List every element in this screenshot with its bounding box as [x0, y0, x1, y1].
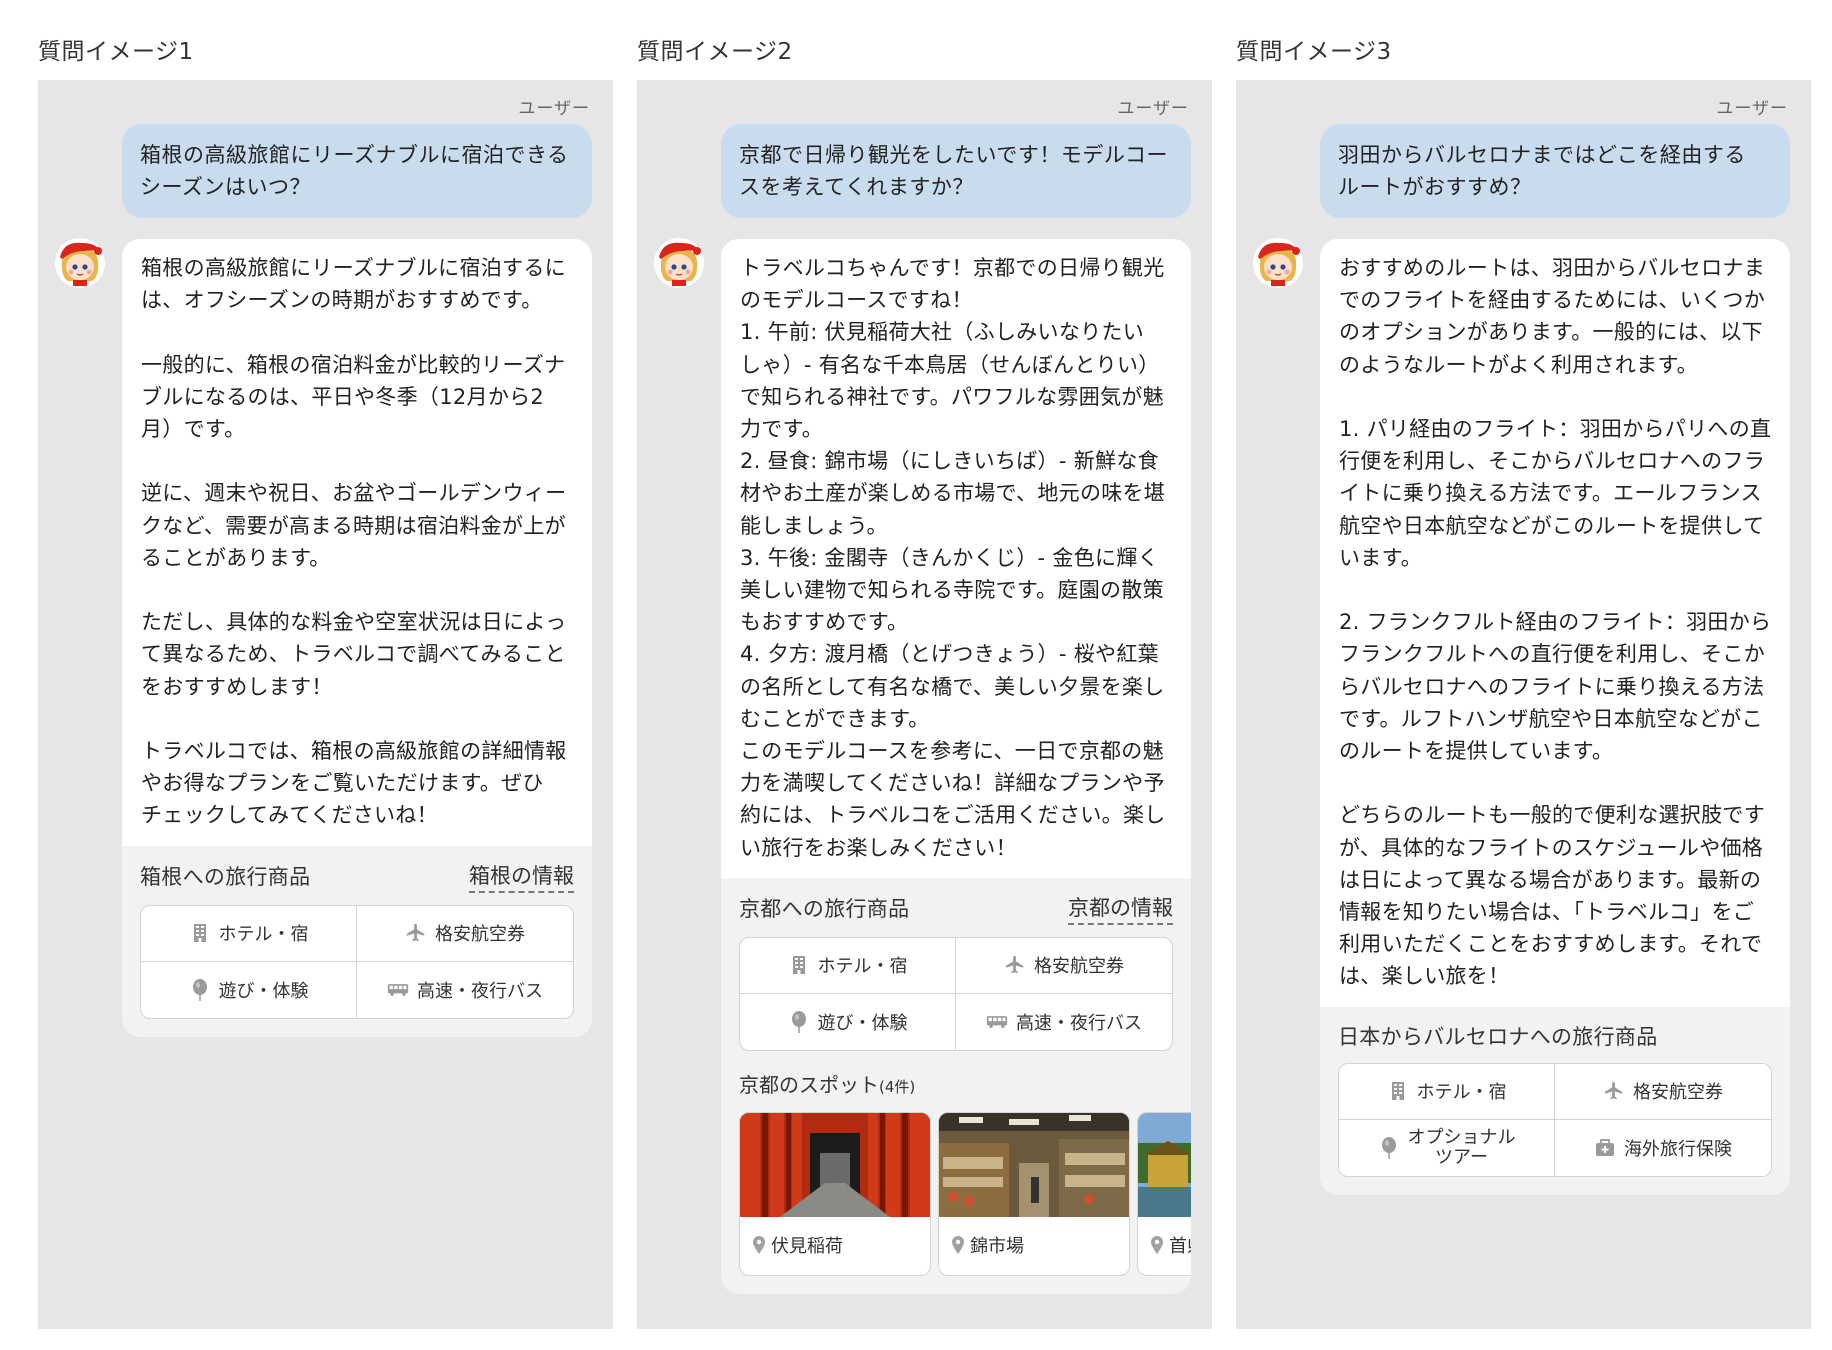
product-label: ホテル・宿 — [1416, 1082, 1507, 1104]
bot-message-text: 箱根の高級旅館にリーズナブルに宿泊するに は、オフシーズンの時期がおすすめです。… — [122, 239, 592, 846]
product-grid: ホテル・宿 格安航空券 遊び・体験 高速・夜行バス — [140, 904, 574, 1019]
product-grid: ホテル・宿 格安航空券 オプショナル ツアー 海外旅行保険 — [1338, 1062, 1772, 1177]
spot-card[interactable]: 伏見稲荷 — [739, 1111, 931, 1276]
bus-icon — [986, 1011, 1008, 1033]
spots-title: 京都のスポット(4件) — [739, 1072, 916, 1097]
spot-name: 錦市場 — [970, 1235, 1024, 1257]
balloon-icon — [1378, 1136, 1400, 1159]
building-icon — [1387, 1080, 1409, 1102]
product-label: 遊び・体験 — [218, 980, 309, 1002]
location-pin-icon — [951, 1234, 965, 1256]
product-grid: ホテル・宿 格安航空券 遊び・体験 高速・夜行バス — [739, 936, 1173, 1051]
products-title: 日本からバルセロナへの旅行商品 — [1338, 1024, 1658, 1049]
product-label: 格安航空券 — [435, 924, 525, 946]
airplane-icon — [1603, 1080, 1625, 1102]
location-pin-icon — [1150, 1234, 1164, 1256]
balloon-icon — [189, 978, 211, 1001]
chat-panel: ユーザー 羽田からバルセロナまではどこを経由する ルートがおすすめ？ おすすめの… — [1236, 80, 1811, 1329]
products-title: 箱根への旅行商品 — [140, 865, 311, 890]
user-label: ユーザー — [1117, 99, 1189, 119]
product-first-aid-kit-button[interactable]: 海外旅行保険 — [1555, 1120, 1771, 1176]
product-bus-button[interactable]: 高速・夜行バス — [956, 994, 1172, 1050]
column-title: 質問イメージ2 — [637, 39, 793, 65]
bot-message-text: トラベルコちゃんです！京都での日帰り観光 のモデルコースですね！ 1. 午前: … — [721, 239, 1191, 878]
bot-message-card: 箱根の高級旅館にリーズナブルに宿泊するに は、オフシーズンの時期がおすすめです。… — [122, 239, 592, 1037]
user-message-bubble: 京都で日帰り観光をしたいです！モデルコー スを考えてくれますか？ — [721, 124, 1191, 218]
balloon-icon — [788, 1010, 810, 1033]
product-label: 高速・夜行バス — [417, 980, 543, 1002]
user-message-bubble: 箱根の高級旅館にリーズナブルに宿泊できる シーズンはいつ？ — [122, 124, 592, 218]
product-balloon-button[interactable]: 遊び・体験 — [740, 993, 956, 1050]
product-airplane-button[interactable]: 格安航空券 — [1555, 1064, 1771, 1120]
product-building-button[interactable]: ホテル・宿 — [141, 905, 357, 962]
spot-name: 首県 — [1169, 1235, 1191, 1257]
product-bus-button[interactable]: 高速・夜行バス — [357, 962, 573, 1018]
product-label: ホテル・宿 — [817, 956, 908, 978]
airplane-icon — [1004, 954, 1026, 976]
bot-avatar-icon — [653, 237, 705, 289]
product-building-button[interactable]: ホテル・宿 — [1339, 1063, 1555, 1120]
bot-avatar-icon — [54, 237, 106, 289]
bus-icon — [387, 979, 409, 1001]
building-icon — [189, 922, 211, 944]
travel-products-section: 日本からバルセロナへの旅行商品 ホテル・宿 格安航空券 オプショナル ツアー 海… — [1320, 1007, 1790, 1195]
spot-card[interactable]: 錦市場 — [938, 1111, 1130, 1276]
spot-name: 伏見稲荷 — [771, 1235, 843, 1257]
product-building-button[interactable]: ホテル・宿 — [740, 937, 956, 994]
golden-temple-photo — [1138, 1112, 1191, 1217]
torii-gates-photo — [740, 1112, 930, 1217]
bot-message-text: おすすめのルートは、羽田からバルセロナま でのフライトを経由するためには、いくつ… — [1320, 239, 1790, 1007]
spot-card[interactable]: 首県 — [1137, 1111, 1191, 1276]
product-label: 海外旅行保険 — [1624, 1138, 1732, 1160]
product-label: ホテル・宿 — [218, 924, 309, 946]
bot-avatar-icon — [1252, 237, 1304, 289]
product-airplane-button[interactable]: 格安航空券 — [956, 938, 1172, 994]
bot-message-card: おすすめのルートは、羽田からバルセロナま でのフライトを経由するためには、いくつ… — [1320, 239, 1790, 1195]
product-label: オプショナル ツアー — [1407, 1126, 1516, 1168]
chat-panel: ユーザー 京都で日帰り観光をしたいです！モデルコー スを考えてくれますか？ トラ… — [637, 80, 1212, 1329]
travel-products-section: 京都への旅行商品 京都の情報 ホテル・宿 格安航空券 遊び・体験 高速・夜行バス… — [721, 878, 1191, 1294]
travel-products-section: 箱根への旅行商品 箱根の情報 ホテル・宿 格安航空券 遊び・体験 高速・夜行バス — [122, 846, 592, 1037]
chat-panel: ユーザー 箱根の高級旅館にリーズナブルに宿泊できる シーズンはいつ？ 箱根の高級… — [38, 80, 613, 1329]
bot-message-card: トラベルコちゃんです！京都での日帰り観光 のモデルコースですね！ 1. 午前: … — [721, 239, 1191, 1294]
user-label: ユーザー — [518, 99, 590, 119]
product-airplane-button[interactable]: 格安航空券 — [357, 906, 573, 962]
product-label: 格安航空券 — [1034, 956, 1124, 978]
airplane-icon — [405, 922, 427, 944]
product-label: 高速・夜行バス — [1016, 1012, 1142, 1034]
column-title: 質問イメージ1 — [38, 39, 194, 65]
product-balloon-button[interactable]: オプショナル ツアー — [1339, 1119, 1555, 1176]
location-pin-icon — [752, 1234, 766, 1256]
destination-info-link[interactable]: 箱根の情報 — [469, 860, 574, 893]
column-title: 質問イメージ3 — [1236, 39, 1392, 65]
destination-info-link[interactable]: 京都の情報 — [1068, 892, 1173, 925]
product-label: 遊び・体験 — [817, 1012, 908, 1034]
products-title: 京都への旅行商品 — [739, 897, 910, 922]
user-label: ユーザー — [1716, 99, 1788, 119]
user-message-bubble: 羽田からバルセロナまではどこを経由する ルートがおすすめ？ — [1320, 124, 1790, 218]
product-label: 格安航空券 — [1633, 1082, 1723, 1104]
spots-carousel[interactable]: 伏見稲荷 錦市場 首県 — [739, 1111, 1191, 1276]
first-aid-kit-icon — [1594, 1137, 1616, 1159]
product-balloon-button[interactable]: 遊び・体験 — [141, 961, 357, 1018]
market-photo — [939, 1112, 1129, 1217]
building-icon — [788, 954, 810, 976]
